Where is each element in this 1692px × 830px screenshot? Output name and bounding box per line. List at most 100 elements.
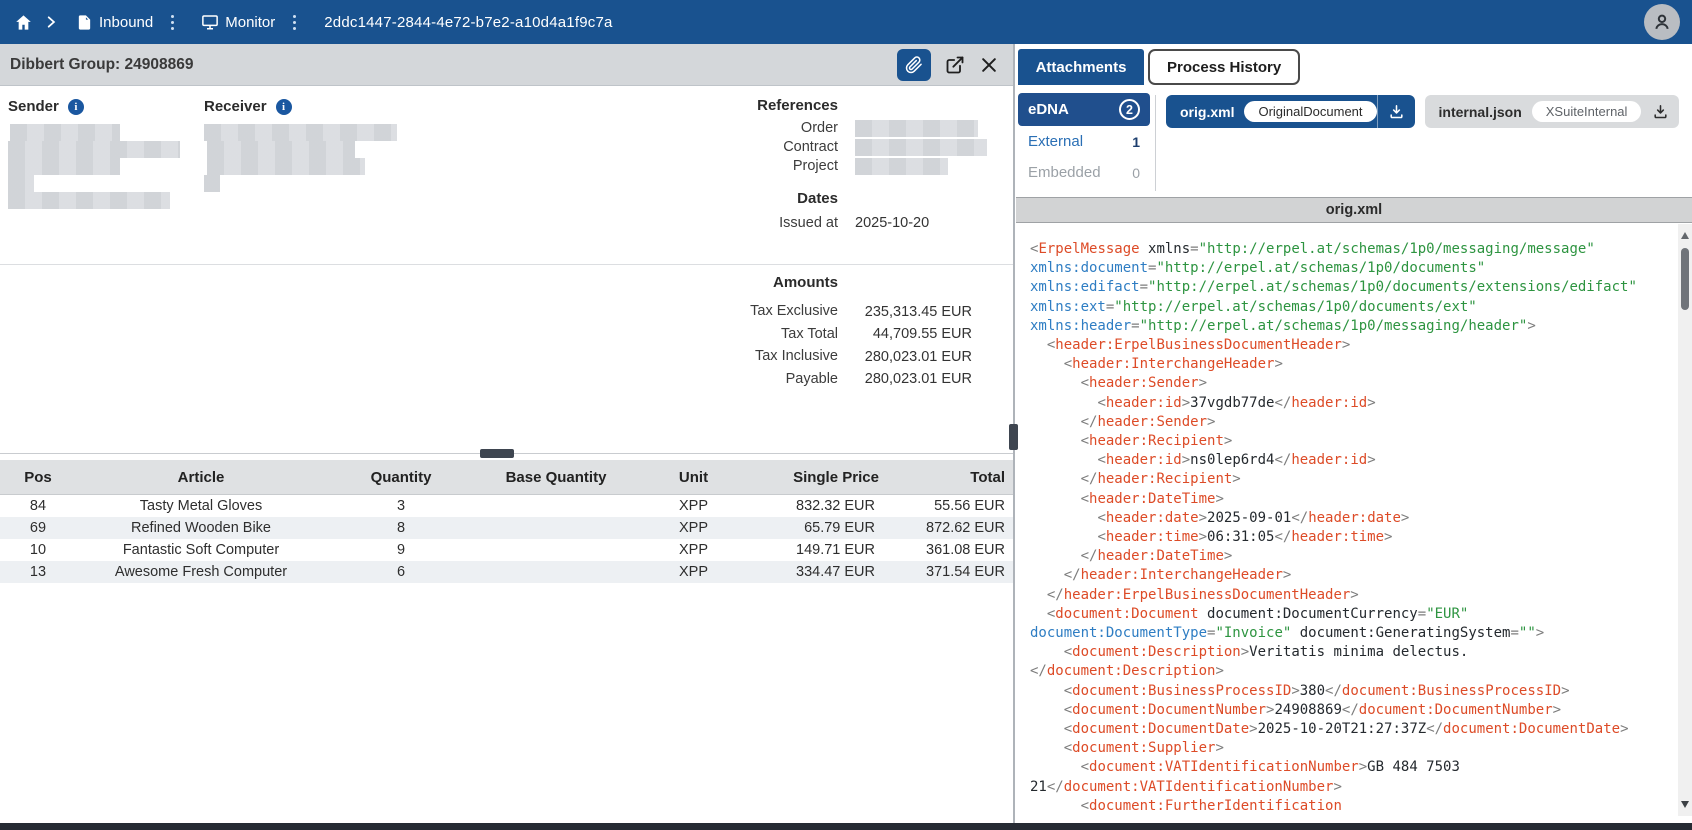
home-icon[interactable] <box>12 11 35 34</box>
column-header: Quantity <box>326 469 476 486</box>
table-cell: 84 <box>0 498 76 514</box>
download-icon <box>1388 103 1405 120</box>
table-cell: 6 <box>326 564 476 580</box>
scrollbar-down-arrow[interactable] <box>1681 801 1689 808</box>
table-cell: 9 <box>326 542 476 558</box>
download-attachment-button[interactable] <box>1377 95 1415 128</box>
sender-label: Sender <box>8 98 59 115</box>
redacted-receiver-line <box>207 141 355 158</box>
section-divider <box>0 264 1013 265</box>
amounts-heading: Amounts <box>560 273 838 293</box>
table-cell: 872.62 EUR <box>921 520 1013 536</box>
right-panel-tabs: Attachments Process History <box>1018 49 1300 85</box>
download-attachment-button[interactable] <box>1641 95 1679 128</box>
breadcrumb-inbound[interactable]: Inbound <box>99 14 153 31</box>
table-cell: 65.79 EUR <box>751 520 921 536</box>
column-header: Base Quantity <box>476 469 636 486</box>
amount-label: Payable <box>560 370 838 389</box>
table-cell: 3 <box>326 498 476 514</box>
table-cell: 334.47 EUR <box>751 564 921 580</box>
attachment-type-pill: OriginalDocument <box>1244 101 1376 122</box>
sender-info-icon[interactable]: i <box>68 99 84 115</box>
xml-code-line: </header:InterchangeHeader> <box>1030 566 1678 585</box>
horizontal-splitter <box>0 453 1013 454</box>
user-avatar[interactable] <box>1644 4 1680 40</box>
breadcrumb-record-id: 2ddc1447-2844-4e72-b7e2-a10d4a1f9c7a <box>324 14 612 31</box>
reference-label: Order <box>560 119 838 138</box>
sender-section: Sender i <box>8 98 180 209</box>
nav-item-edna[interactable]: eDNA 2 <box>1018 93 1150 126</box>
xml-code-line: </document:Description> <box>1030 662 1678 681</box>
nav-item-label: External <box>1028 133 1083 150</box>
table-cell: 8 <box>326 520 476 536</box>
table-cell: 149.71 EUR <box>751 542 921 558</box>
xml-code-line: <document:BusinessProcessID>380</documen… <box>1030 682 1678 701</box>
file-viewer-title: orig.xml <box>1016 197 1692 223</box>
embedded-count: 0 <box>1132 165 1140 181</box>
redacted-receiver-line <box>204 175 220 192</box>
scrollbar-thumb[interactable] <box>1681 248 1689 310</box>
nav-item-label: eDNA <box>1028 101 1069 118</box>
line-items-table: Pos Article Quantity Base Quantity Unit … <box>0 460 1013 583</box>
xml-code-line: <header:id>37vgdb77de</header:id> <box>1030 394 1678 413</box>
attachment-source-nav: eDNA 2 External 1 Embedded 0 <box>1018 93 1150 188</box>
download-icon <box>1652 103 1669 120</box>
amounts-section: Amounts Tax Exclusive 235,313.45 EUR Tax… <box>560 272 1012 391</box>
amount-value: 44,709.55 EUR <box>838 326 1012 342</box>
tab-attachments[interactable]: Attachments <box>1018 49 1144 85</box>
table-cell: Fantastic Soft Computer <box>76 542 326 558</box>
attachment-chips: orig.xml OriginalDocument internal.json … <box>1166 95 1679 128</box>
table-row: 10 Fantastic Soft Computer 9 XPP 149.71 … <box>0 539 1013 561</box>
attachments-toggle-button[interactable] <box>897 49 931 81</box>
column-header: Single Price <box>751 469 921 486</box>
close-panel-button[interactable] <box>979 55 999 75</box>
xml-code-line: xmlns:edifact="http://erpel.at/schemas/1… <box>1030 278 1678 297</box>
xml-code-line: </header:Recipient> <box>1030 470 1678 489</box>
column-header: Pos <box>0 469 76 486</box>
table-cell: 371.54 EUR <box>921 564 1013 580</box>
table-row: 13 Awesome Fresh Computer 6 XPP 334.47 E… <box>0 561 1013 583</box>
inbound-menu-kebab-icon[interactable] <box>167 11 178 34</box>
monitor-menu-kebab-icon[interactable] <box>289 11 300 34</box>
receiver-label: Receiver <box>204 98 267 115</box>
redacted-sender-line <box>8 175 34 192</box>
xml-code-line: <ErpelMessage xmlns="http://erpel.at/sch… <box>1030 240 1678 259</box>
breadcrumb-monitor[interactable]: Monitor <box>225 14 275 31</box>
edna-count-badge: 2 <box>1119 99 1140 120</box>
attachment-chip-internal-json[interactable]: internal.json XSuiteInternal <box>1425 95 1680 128</box>
xml-code-line: <header:Sender> <box>1030 374 1678 393</box>
open-in-new-window-button[interactable] <box>945 55 965 75</box>
document-title: Dibbert Group: 24908869 <box>10 56 193 74</box>
amount-label: Tax Inclusive <box>560 347 838 366</box>
xml-code-line: </header:Sender> <box>1030 413 1678 432</box>
splitter-drag-handle[interactable] <box>480 449 514 458</box>
nav-item-embedded[interactable]: Embedded 0 <box>1018 157 1150 188</box>
table-cell: 10 <box>0 542 76 558</box>
document-detail-panel: Dibbert Group: 24908869 Sender i <box>0 44 1013 823</box>
xml-code-line: <header:InterchangeHeader> <box>1030 355 1678 374</box>
issued-at-value: 2025-10-20 <box>838 215 1012 231</box>
redacted-sender-line <box>10 124 120 141</box>
tab-process-history[interactable]: Process History <box>1148 49 1300 85</box>
nav-item-external[interactable]: External 1 <box>1018 126 1150 157</box>
receiver-section: Receiver i <box>204 98 397 192</box>
xml-code-line: <document:Supplier> <box>1030 739 1678 758</box>
xml-code-line: </header:DateTime> <box>1030 547 1678 566</box>
table-cell: Refined Wooden Bike <box>76 520 326 536</box>
xml-code-line: 21</document:VATIdentificationNumber> <box>1030 778 1678 797</box>
table-cell: XPP <box>636 520 751 536</box>
scrollbar-up-arrow[interactable] <box>1681 232 1689 239</box>
receiver-info-icon[interactable]: i <box>276 99 292 115</box>
xml-code-line: <header:DateTime> <box>1030 490 1678 509</box>
nav-item-label: Embedded <box>1028 164 1101 181</box>
table-cell: XPP <box>636 564 751 580</box>
redacted-reference-value <box>855 120 978 137</box>
table-row: 69 Refined Wooden Bike 8 XPP 65.79 EUR 8… <box>0 517 1013 539</box>
redacted-sender-line <box>8 141 180 158</box>
xml-code-line: <document:DocumentDate>2025-10-20T21:27:… <box>1030 720 1678 739</box>
xml-code-line: xmlns:ext="http://erpel.at/schemas/1p0/d… <box>1030 298 1678 317</box>
table-cell: Tasty Metal Gloves <box>76 498 326 514</box>
attachment-chip-orig-xml[interactable]: orig.xml OriginalDocument <box>1166 95 1415 128</box>
panel-resize-handle[interactable] <box>1009 424 1018 450</box>
amount-value: 280,023.01 EUR <box>838 371 1012 387</box>
